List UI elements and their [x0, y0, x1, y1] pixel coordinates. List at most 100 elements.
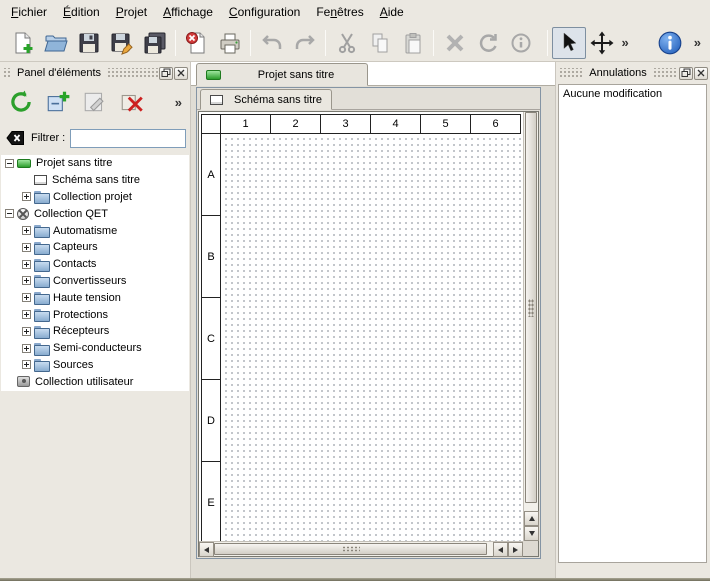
expand-expander-icon[interactable] [22, 192, 31, 201]
dock-close-button[interactable] [694, 67, 708, 80]
tab-projet-sans-titre[interactable]: Projet sans titre [196, 63, 368, 86]
toolbar-separator [250, 30, 251, 56]
tree-item-collection-qet[interactable]: Collection QET [1, 205, 189, 222]
tree-item-collection-utilisateur[interactable]: Collection utilisateur [1, 373, 189, 390]
save-icon [77, 31, 101, 55]
tree-item-protections[interactable]: Protections [1, 306, 189, 323]
move-arrows-icon [590, 31, 614, 55]
new-element-button[interactable] [42, 87, 74, 117]
row-header: B [202, 216, 220, 298]
redo-button[interactable] [288, 27, 321, 59]
vertical-scrollbar-thumb[interactable] [525, 112, 537, 503]
schema-canvas[interactable] [221, 134, 521, 541]
tree-item-schema[interactable]: Schéma sans titre [1, 172, 189, 189]
expand-expander-icon[interactable] [22, 276, 31, 285]
undo-button[interactable] [255, 27, 288, 59]
save-as-button[interactable] [105, 27, 138, 59]
delete-button[interactable] [438, 27, 471, 59]
edit-element-icon [82, 89, 108, 115]
expand-expander-icon[interactable] [22, 243, 31, 252]
open-project-button[interactable] [39, 27, 72, 59]
save-all-button[interactable] [138, 27, 171, 59]
tree-item-contacts[interactable]: Contacts [1, 256, 189, 273]
open-folder-icon [44, 31, 68, 55]
scroll-right-button[interactable] [508, 542, 523, 557]
tree-item-semi-conducteurs[interactable]: Semi-conducteurs [1, 340, 189, 357]
select-mode-button[interactable] [552, 27, 585, 59]
tree-item-automatisme[interactable]: Automatisme [1, 222, 189, 239]
horizontal-scrollbar-thumb[interactable] [214, 543, 487, 555]
reload-collections-button[interactable] [5, 87, 37, 117]
menu-aide[interactable]: Aide [373, 2, 411, 22]
dock-grip-handle[interactable] [2, 68, 12, 79]
menu-projet[interactable]: Projet [109, 2, 154, 22]
row-header: C [202, 298, 220, 380]
expand-expander-icon[interactable] [22, 226, 31, 235]
tree-item-capteurs[interactable]: Capteurs [1, 239, 189, 256]
filter-input[interactable] [70, 129, 186, 148]
dock-float-button[interactable] [679, 67, 693, 80]
toolbar-overflow-icon[interactable] [619, 35, 632, 50]
menu-fenetres[interactable]: Fenêtres [309, 2, 370, 22]
save-button[interactable] [72, 27, 105, 59]
tree-item-convertisseurs[interactable]: Convertisseurs [1, 273, 189, 290]
expand-expander-icon[interactable] [22, 310, 31, 319]
copy-button[interactable] [363, 27, 396, 59]
undo-history-list[interactable]: Aucune modification [558, 84, 707, 563]
save-all-icon [143, 31, 167, 55]
undo-empty-message: Aucune modification [563, 88, 662, 100]
expand-expander-icon[interactable] [22, 360, 31, 369]
edit-element-button[interactable] [79, 87, 111, 117]
scroll-up-button[interactable] [524, 511, 539, 526]
tree-item-haute-tension[interactable]: Haute tension [1, 289, 189, 306]
cut-button[interactable] [330, 27, 363, 59]
rotate-button[interactable] [471, 27, 504, 59]
toolbar-overflow-icon[interactable] [691, 35, 704, 50]
dock-float-button[interactable] [159, 67, 173, 80]
paste-button[interactable] [396, 27, 429, 59]
delete-element-button[interactable] [116, 87, 148, 117]
tree-item-sources[interactable]: Sources [1, 357, 189, 374]
scroll-down-button[interactable] [524, 526, 539, 541]
dock-toolbar-overflow-icon[interactable] [172, 95, 185, 110]
dock-close-button[interactable] [174, 67, 188, 80]
tree-item-recepteurs[interactable]: Récepteurs [1, 323, 189, 340]
expand-expander-icon[interactable] [22, 327, 31, 336]
tab-schema-sans-titre[interactable]: Schéma sans titre [200, 89, 332, 110]
arrow-left-icon [498, 547, 503, 553]
move-mode-button[interactable] [586, 27, 619, 59]
folder-icon [34, 292, 48, 303]
workspace: Panel d'éléments [0, 62, 710, 581]
menu-fichier[interactable]: Fichier [4, 2, 54, 22]
close-file-button[interactable] [180, 27, 213, 59]
schema-tab-bar: Schéma sans titre [197, 88, 540, 110]
element-info-button[interactable] [504, 27, 537, 59]
about-qet-button[interactable] [654, 27, 687, 59]
folder-icon [34, 242, 48, 253]
dock-grip-handle[interactable] [106, 68, 158, 79]
arrow-left-icon [204, 547, 209, 553]
column-ruler: 1 2 3 4 5 6 [221, 115, 521, 134]
menu-configuration[interactable]: Configuration [222, 2, 307, 22]
undo-dock-titlebar: Annulations [558, 64, 708, 82]
scroll-left-button-2[interactable] [493, 542, 508, 557]
collapse-expander-icon[interactable] [5, 209, 14, 218]
new-element-icon [45, 89, 71, 115]
collapse-expander-icon[interactable] [5, 159, 14, 168]
menu-edition[interactable]: Édition [56, 2, 107, 22]
dock-grip-handle[interactable] [652, 68, 678, 79]
vertical-scrollbar[interactable] [523, 112, 538, 541]
horizontal-scrollbar[interactable] [199, 541, 523, 556]
new-document-button[interactable] [6, 27, 39, 59]
clear-filter-button[interactable] [4, 128, 26, 148]
menu-affichage[interactable]: Affichage [156, 2, 220, 22]
tree-item-collection-projet[interactable]: Collection projet [1, 189, 189, 206]
tree-item-project[interactable]: Projet sans titre [1, 155, 189, 172]
print-button[interactable] [213, 27, 246, 59]
expand-expander-icon[interactable] [22, 293, 31, 302]
scroll-left-button[interactable] [199, 542, 214, 557]
dock-grip-handle[interactable] [558, 68, 584, 79]
expand-expander-icon[interactable] [22, 260, 31, 269]
expand-expander-icon[interactable] [22, 344, 31, 353]
elements-panel-title: Panel d'éléments [12, 67, 106, 79]
